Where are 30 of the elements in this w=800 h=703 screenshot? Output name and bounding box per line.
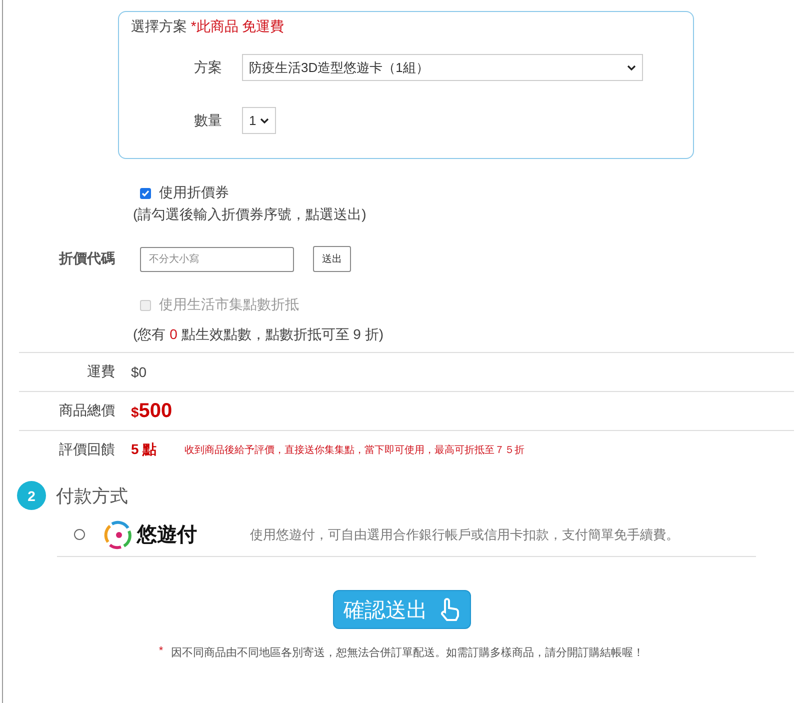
plan-select[interactable]: 防疫生活3D造型悠遊卡（1組）: [242, 54, 643, 81]
summary-label: 商品總價: [58, 402, 115, 420]
coupon-code-label: 折價代碼: [58, 250, 115, 268]
brand-name: 悠遊付: [137, 523, 197, 548]
checkbox-label: 使用折價券: [159, 184, 229, 202]
total-price: $500: [131, 400, 172, 422]
submit-code-button[interactable]: 送出: [313, 246, 351, 272]
coupon-checkbox[interactable]: [140, 188, 151, 198]
coupon-code-field[interactable]: 不分大小寫: [140, 246, 294, 272]
field-label: 數量: [193, 112, 223, 130]
points-hint: (您有 0 點生效點數，點數折抵可至 9 折): [133, 326, 384, 344]
coupon-hint: (請勾選後輸入折價券序號，點選送出): [133, 206, 368, 224]
logo-icon: [102, 520, 134, 550]
shipping-value: $0: [131, 364, 147, 380]
reward-note: 收到商品後給予評價，直接送你集集點，當下即可使用，最高可折抵至７５折: [184, 444, 525, 457]
footnote-text: 因不同商品由不同地區各別寄送，恕無法合併訂單配送。如需訂購多樣商品，請分開訂購結帳喔！: [171, 646, 644, 660]
caret-icon: [627, 64, 636, 70]
section-title: 付款方式: [56, 484, 128, 508]
footnote-mark: *: [158, 645, 164, 659]
plan-title: 選擇方案 *此商品 免運費: [131, 18, 286, 36]
payment-radio[interactable]: [74, 529, 85, 540]
reward-points: 5 點: [131, 441, 157, 459]
summary-label: 評價回饋: [58, 441, 115, 459]
step-badge: 2: [17, 481, 46, 510]
summary-label: 運費: [86, 363, 115, 381]
caret-icon: [260, 118, 269, 124]
payment-description: 使用悠遊付，可自由選用合作銀行帳戶或信用卡扣款，支付簡單免手續費。: [250, 526, 679, 544]
field-label: 方案: [193, 58, 223, 76]
quantity-select[interactable]: 1: [242, 107, 276, 134]
checkbox-label: 使用生活市集點數折抵: [159, 296, 299, 314]
